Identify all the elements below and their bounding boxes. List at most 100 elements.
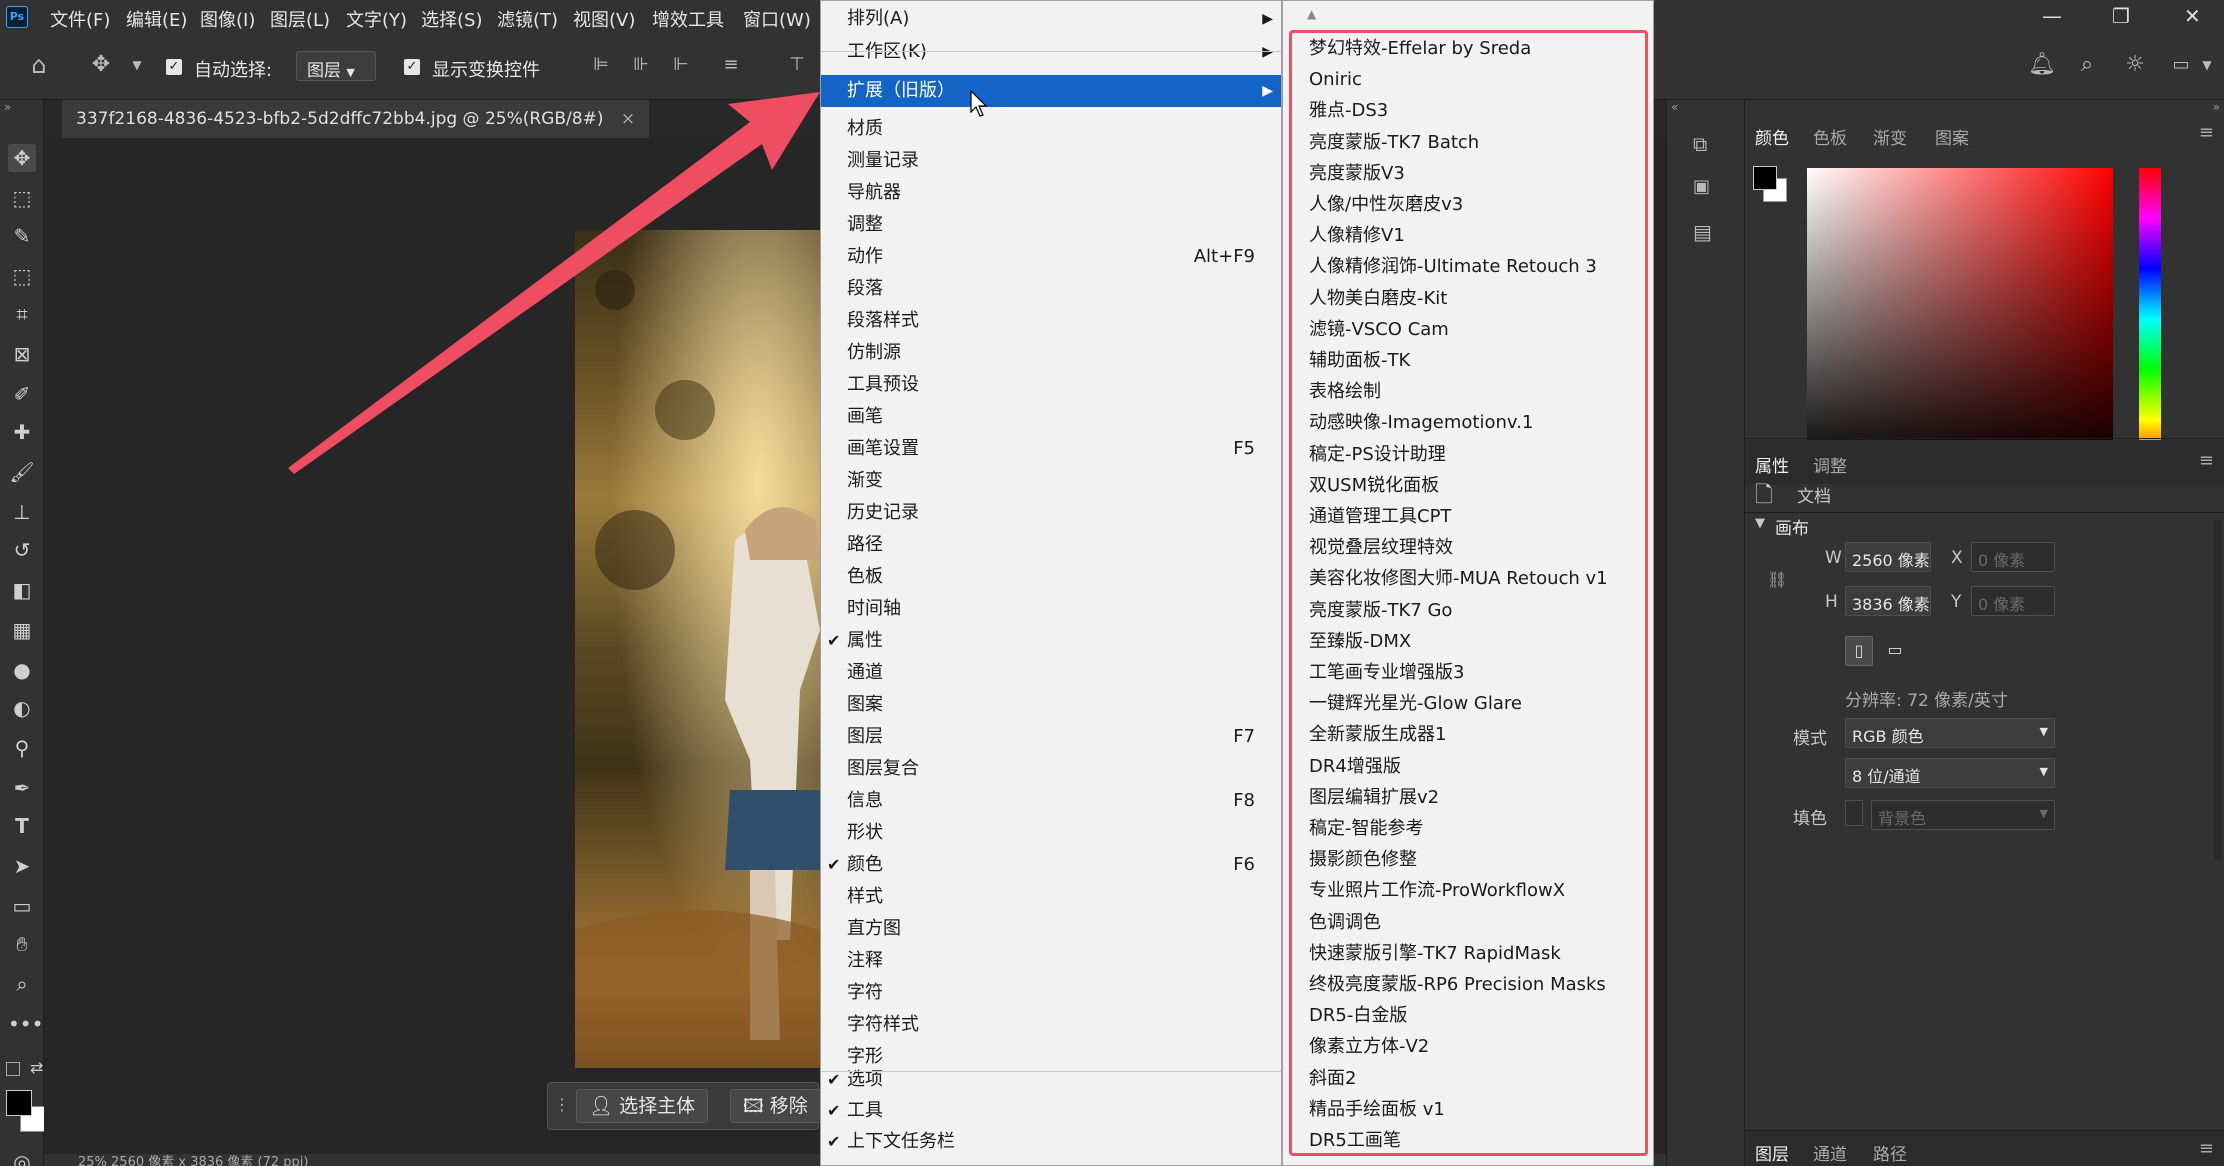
auto-select-checkbox[interactable]: ✓ bbox=[166, 59, 182, 75]
path-select-tool-icon[interactable]: ➤ bbox=[8, 852, 36, 880]
tab-layers[interactable]: 图层 bbox=[1755, 1140, 1789, 1165]
extension-menu-item[interactable]: 亮度蒙版-TK7 Go bbox=[1309, 595, 1452, 626]
minimize-icon[interactable]: — bbox=[2042, 4, 2062, 28]
width-field[interactable]: 2560 像素 bbox=[1845, 542, 1931, 572]
history-panel-icon[interactable]: ⧉ bbox=[1693, 132, 1707, 156]
swap-colors-icon[interactable]: ⇄ bbox=[30, 1058, 43, 1077]
window-menu-item[interactable]: 导航器 bbox=[821, 177, 1281, 209]
extension-menu-item[interactable]: 梦幻特效-Effelar by Sreda bbox=[1309, 33, 1531, 64]
tab-channels[interactable]: 通道 bbox=[1813, 1140, 1847, 1165]
window-menu-item[interactable]: 历史记录 bbox=[821, 497, 1281, 529]
extension-menu-item[interactable]: DR5工画笔 bbox=[1309, 1125, 1401, 1156]
extension-menu-item[interactable]: 终极亮度蒙版-RP6 Precision Masks bbox=[1309, 969, 1606, 1000]
hue-slider[interactable] bbox=[2139, 168, 2161, 470]
extension-menu-item[interactable]: DR5-白金版 bbox=[1309, 1000, 1407, 1031]
extension-menu-item[interactable]: 亮度蒙版-TK7 Batch bbox=[1309, 127, 1479, 158]
menu-plugins[interactable]: 增效工具 bbox=[652, 6, 724, 32]
object-select-tool-icon[interactable]: ⬚ bbox=[8, 262, 36, 290]
window-menu-item[interactable]: 段落样式 bbox=[821, 305, 1281, 337]
window-menu-item[interactable]: 测量记录 bbox=[821, 145, 1281, 177]
bell-icon[interactable]: 🔔︎ bbox=[2028, 54, 2056, 76]
window-menu-item[interactable]: 动作 Alt+F9 bbox=[821, 241, 1281, 273]
zoom-lens-tool-icon[interactable]: ⚲ bbox=[8, 734, 36, 762]
window-menu-item[interactable]: 材质 bbox=[821, 113, 1281, 145]
window-menu-item[interactable]: 工具预设 bbox=[821, 369, 1281, 401]
color-panel-menu-icon[interactable]: ≡ bbox=[2199, 122, 2214, 143]
extension-menu-item[interactable]: 人像精修润饰-Ultimate Retouch 3 bbox=[1309, 251, 1597, 282]
extension-menu-item[interactable]: 辅助面板-TK bbox=[1309, 345, 1410, 376]
color-field[interactable] bbox=[1807, 168, 2113, 470]
menu-file[interactable]: 文件(F) bbox=[50, 6, 110, 32]
window-menu-item[interactable]: 排列(A) ▶ bbox=[821, 3, 1281, 35]
menu-edit[interactable]: 编辑(E) bbox=[126, 6, 187, 32]
extension-menu-item[interactable]: 像素立方体-V2 bbox=[1309, 1031, 1429, 1062]
menu-image[interactable]: 图像(I) bbox=[200, 6, 255, 32]
landscape-orientation-icon[interactable]: ▭ bbox=[1881, 636, 1909, 666]
quick-mask-icon[interactable]: ◎ bbox=[8, 1148, 36, 1166]
window-menu-item[interactable]: ✔ 工具 bbox=[821, 1095, 1281, 1127]
move-tool-icon[interactable]: ✥ bbox=[8, 144, 36, 172]
tab-swatches[interactable]: 色板 bbox=[1813, 124, 1847, 149]
link-icon[interactable]: ⛓︎ bbox=[1767, 570, 1787, 589]
extension-menu-item[interactable]: 专业照片工作流-ProWorkflowX bbox=[1309, 875, 1565, 906]
select-subject-button[interactable]: 👤︎ 选择主体 bbox=[576, 1089, 709, 1123]
window-menu-item[interactable]: 渐变 bbox=[821, 465, 1281, 497]
window-menu-item[interactable]: 通道 bbox=[821, 657, 1281, 689]
extension-menu-item[interactable]: 一键辉光星光-Glow Glare bbox=[1309, 688, 1522, 719]
plugin-panel-icon[interactable]: ▣ bbox=[1693, 176, 1710, 197]
height-field[interactable]: 3836 像素 bbox=[1845, 586, 1931, 616]
extension-menu-item[interactable]: 通道管理工具CPT bbox=[1309, 501, 1451, 532]
lightbulb-icon[interactable]: ☼ bbox=[2124, 54, 2146, 76]
healing-brush-tool-icon[interactable]: ✚ bbox=[8, 418, 36, 446]
tab-adjustments[interactable]: 调整 bbox=[1813, 452, 1847, 477]
menu-select[interactable]: 选择(S) bbox=[421, 6, 482, 32]
home-icon[interactable]: ⌂ bbox=[28, 53, 50, 77]
extension-menu-item[interactable]: 稿定-PS设计助理 bbox=[1309, 439, 1446, 470]
extension-menu-item[interactable]: 亮度蒙版V3 bbox=[1309, 158, 1405, 189]
window-menu-item[interactable]: 字符 bbox=[821, 977, 1281, 1009]
extension-menu-item[interactable]: 斜面2 bbox=[1309, 1063, 1356, 1094]
layers-menu-icon[interactable]: ≡ bbox=[2199, 1138, 2214, 1159]
extension-menu-item[interactable]: 视觉叠层纹理特效 bbox=[1309, 532, 1453, 563]
extension-menu-item[interactable]: 滤镜-VSCO Cam bbox=[1309, 314, 1449, 345]
window-menu-item[interactable]: 时间轴 bbox=[821, 593, 1281, 625]
extension-menu-item[interactable]: 快速蒙版引擎-TK7 RapidMask bbox=[1309, 938, 1561, 969]
extension-menu-item[interactable]: 动感映像-Imagemotionv.1 bbox=[1309, 407, 1533, 438]
window-menu-item[interactable]: 扩展（旧版） ▶ bbox=[821, 75, 1281, 107]
mode-dropdown[interactable]: RGB 颜色 ▼ bbox=[1845, 718, 2055, 748]
brush-tool-icon[interactable]: 🖌︎ bbox=[8, 458, 36, 486]
dodge-tool-icon[interactable]: ◐ bbox=[8, 694, 36, 722]
extension-menu-item[interactable]: 工笔画专业增强版3 bbox=[1309, 657, 1464, 688]
window-menu-item[interactable]: 工作区(K) ▶ bbox=[821, 36, 1281, 68]
extension-menu-item[interactable]: DR4增强版 bbox=[1309, 751, 1401, 782]
drag-handle-icon[interactable]: ⋮ bbox=[554, 1095, 570, 1114]
blur-tool-icon[interactable]: ● bbox=[8, 656, 36, 684]
menu-filter[interactable]: 滤镜(T) bbox=[497, 6, 558, 32]
extension-menu-item[interactable]: 雅点-DS3 bbox=[1309, 95, 1388, 126]
foreground-color-swatch[interactable] bbox=[6, 1090, 32, 1116]
menu-view[interactable]: 视图(V) bbox=[573, 6, 635, 32]
history-brush-tool-icon[interactable]: ↺ bbox=[8, 536, 36, 564]
extension-menu-item[interactable]: 稿定-智能参考 bbox=[1309, 813, 1424, 844]
extension-menu-item[interactable]: 全新蒙版生成器1 bbox=[1309, 719, 1446, 750]
window-menu-item[interactable]: 调整 bbox=[821, 209, 1281, 241]
extension-menu-item[interactable]: 精品手绘面板 v1 bbox=[1309, 1094, 1445, 1125]
window-menu-item[interactable]: 形状 bbox=[821, 817, 1281, 849]
tab-gradients[interactable]: 渐变 bbox=[1873, 124, 1907, 149]
tab-paths[interactable]: 路径 bbox=[1873, 1140, 1907, 1165]
foreground-swatch[interactable] bbox=[1753, 166, 1777, 190]
scroll-up-icon[interactable]: ▲ bbox=[1307, 7, 1316, 21]
extension-menu-item[interactable]: 图层编辑扩展v2 bbox=[1309, 782, 1439, 813]
window-menu-item[interactable]: 信息 F8 bbox=[821, 785, 1281, 817]
portrait-orientation-icon[interactable]: ▯ bbox=[1845, 636, 1873, 666]
window-menu-item[interactable]: 注释 bbox=[821, 945, 1281, 977]
comments-panel-icon[interactable]: ▤ bbox=[1693, 220, 1712, 244]
properties-scrollbar[interactable] bbox=[2214, 520, 2222, 860]
search-icon[interactable]: ⌕ bbox=[2076, 54, 2098, 76]
tab-properties[interactable]: 属性 bbox=[1755, 452, 1789, 477]
frame-tool-icon[interactable]: ⊠ bbox=[8, 340, 36, 368]
y-field[interactable]: 0 像素 bbox=[1971, 586, 2055, 616]
window-menu-item[interactable]: 直方图 bbox=[821, 913, 1281, 945]
remove-background-button[interactable]: 🖾︎ 移除 bbox=[730, 1089, 821, 1123]
chevron-down-icon[interactable]: ▼ bbox=[126, 54, 148, 76]
